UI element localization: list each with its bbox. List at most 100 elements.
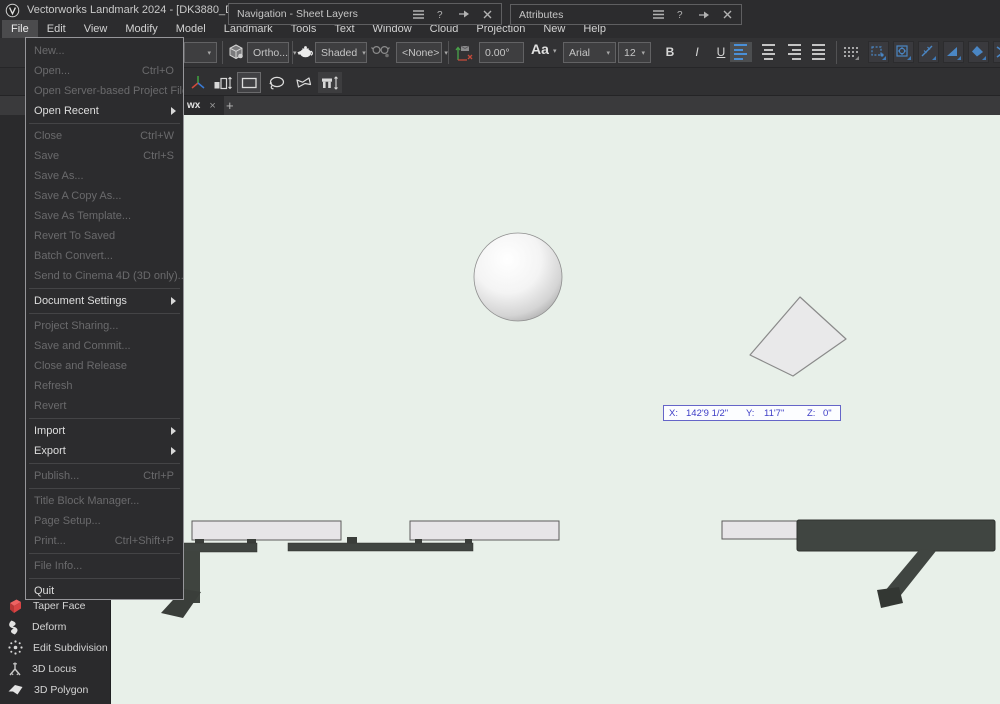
class-filter-dropdown[interactable]: <None>▾ <box>396 42 442 63</box>
menubar-item-file[interactable]: File <box>2 20 38 38</box>
y-label: Y: <box>746 408 754 419</box>
menubar-item-model[interactable]: Model <box>167 20 215 38</box>
tool-3d-locus[interactable]: 3D Locus <box>0 658 110 679</box>
lasso-tool-button[interactable] <box>265 72 289 93</box>
tool-edit-subdivision[interactable]: Edit Subdivision <box>0 638 110 659</box>
chevron-down-icon[interactable]: ▾ <box>553 47 557 55</box>
rotated-slab-object[interactable] <box>750 297 846 376</box>
snap-marquee-button[interactable] <box>868 41 889 63</box>
bold-button[interactable]: B <box>661 42 679 62</box>
align-center-button[interactable] <box>757 42 779 62</box>
tab-close-icon[interactable]: × <box>209 100 215 112</box>
menubar-item-modify[interactable]: Modify <box>116 20 166 38</box>
menu-item-import[interactable]: Import <box>26 421 183 441</box>
menu-item-open-server-based-project-file: Open Server-based Project File... <box>26 81 183 101</box>
menu-item-document-settings[interactable]: Document Settings <box>26 291 183 311</box>
table-top-mid[interactable] <box>410 521 559 540</box>
italic-button[interactable]: I <box>688 42 706 62</box>
palette-pin-icon[interactable] <box>459 9 470 19</box>
chevron-down-icon: ▾ <box>636 49 645 57</box>
palette-help-icon[interactable]: ? <box>437 9 446 20</box>
menu-item-revert-to-saved: Revert To Saved <box>26 226 183 246</box>
tool-3d-polygon[interactable]: 3D Polygon <box>0 679 110 700</box>
push-pull-tool-button[interactable] <box>211 72 235 93</box>
bench-dark-mid[interactable] <box>288 543 473 551</box>
menu-item-batch-convert: Batch Convert... <box>26 246 183 266</box>
menu-shortcut: Ctrl+O <box>142 65 177 77</box>
font-style-button[interactable]: Aa <box>531 41 549 57</box>
menu-item-revert: Revert <box>26 396 183 416</box>
drawing-canvas[interactable]: X: 142'9 1/2" Y: 11'7" Z: 0" <box>111 115 1000 704</box>
document-tab[interactable]: wx × <box>179 96 224 115</box>
projection-dropdown[interactable]: Ortho...▾ <box>247 42 289 63</box>
push-pull-tool-icon <box>213 74 233 92</box>
chevron-down-icon: ▾ <box>439 49 448 57</box>
palette-pin-icon[interactable] <box>699 10 710 20</box>
menu-shortcut: Ctrl+Shift+P <box>115 535 177 547</box>
menu-item-save-as: Save As... <box>26 166 183 186</box>
submenu-arrow-icon <box>171 427 176 435</box>
angle-field[interactable]: 0.00° <box>479 42 524 63</box>
snap-triangle-button[interactable] <box>943 41 964 63</box>
menu-item-project-sharing: Project Sharing... <box>26 316 183 336</box>
cube-view-icon[interactable] <box>227 43 245 61</box>
view-dropdown[interactable]: ▾ <box>184 42 217 63</box>
polygon-lasso-tool-button[interactable] <box>292 72 316 93</box>
sphere-object[interactable] <box>474 233 562 321</box>
snap-gear-button[interactable] <box>893 41 914 63</box>
table-leg-foot-right[interactable] <box>877 587 903 608</box>
menubar-item-edit[interactable]: Edit <box>38 20 75 38</box>
extrude-tool-button[interactable] <box>318 72 342 93</box>
render-teapot-icon[interactable] <box>296 43 314 59</box>
attributes-palette-header[interactable]: Attributes ? <box>510 4 742 25</box>
toolbar-divider <box>448 41 449 64</box>
dark-slab-right[interactable] <box>797 520 995 551</box>
z-value: 0" <box>823 408 832 419</box>
menu-item-save-a-copy-as: Save A Copy As... <box>26 186 183 206</box>
align-justify-button[interactable] <box>808 42 830 62</box>
snap-kite-button[interactable] <box>968 41 989 63</box>
toolbar-divider <box>292 41 293 64</box>
bench-nub <box>347 537 357 543</box>
3d-polygon-icon <box>7 682 25 697</box>
align-left-button[interactable] <box>730 42 752 62</box>
palette-menu-icon[interactable] <box>653 10 664 19</box>
axis-3d-tool-icon <box>189 74 207 92</box>
table-top-right[interactable] <box>722 521 797 539</box>
table-top-left[interactable] <box>192 521 341 540</box>
snap-slash-button[interactable] <box>918 41 939 63</box>
grid-dots-icon[interactable] <box>841 43 861 63</box>
glasses-icon[interactable] <box>371 43 391 59</box>
menu-item-export[interactable]: Export <box>26 441 183 461</box>
menu-item-save-as-template: Save As Template... <box>26 206 183 226</box>
new-tab-button[interactable]: + <box>221 96 239 115</box>
menu-item-page-setup: Page Setup... <box>26 511 183 531</box>
menu-item-file-info: File Info... <box>26 556 183 576</box>
palette-menu-icon[interactable] <box>413 10 424 19</box>
align-right-button[interactable] <box>783 42 805 62</box>
palette-close-icon[interactable] <box>483 10 492 19</box>
chevron-down-icon: ▾ <box>357 49 366 57</box>
render-mode-dropdown[interactable]: Shaded▾ <box>315 42 367 63</box>
vectorworks-logo-icon <box>5 3 20 18</box>
menu-item-refresh: Refresh <box>26 376 183 396</box>
navigation-palette-header[interactable]: Navigation - Sheet Layers ? <box>228 3 502 25</box>
app-window: Vectorworks Landmark 2024 - [DK3880_DD03… <box>0 0 1000 704</box>
palette-help-icon[interactable]: ? <box>677 9 686 20</box>
underline-button[interactable]: U <box>712 42 730 62</box>
tool-deform[interactable]: Deform <box>0 617 110 638</box>
menu-item-save: SaveCtrl+S <box>26 146 183 166</box>
navigation-palette-title: Navigation - Sheet Layers <box>229 8 413 20</box>
axis-3d-tool-button[interactable] <box>186 72 210 93</box>
rotate-plan-icon[interactable] <box>453 43 475 63</box>
font-family-dropdown[interactable]: Arial▾ <box>563 42 616 63</box>
menu-item-title-block-manager: Title Block Manager... <box>26 491 183 511</box>
menu-item-quit[interactable]: Quit <box>26 581 183 600</box>
menubar-item-view[interactable]: View <box>75 20 117 38</box>
rectangle-tool-button[interactable] <box>237 72 261 93</box>
font-size-dropdown[interactable]: 12▾ <box>618 42 651 63</box>
menu-item-open-recent[interactable]: Open Recent <box>26 101 183 121</box>
palette-close-icon[interactable] <box>723 10 732 19</box>
chevron-down-icon: ▾ <box>202 49 211 57</box>
snap-partial-button[interactable] <box>993 41 1000 63</box>
